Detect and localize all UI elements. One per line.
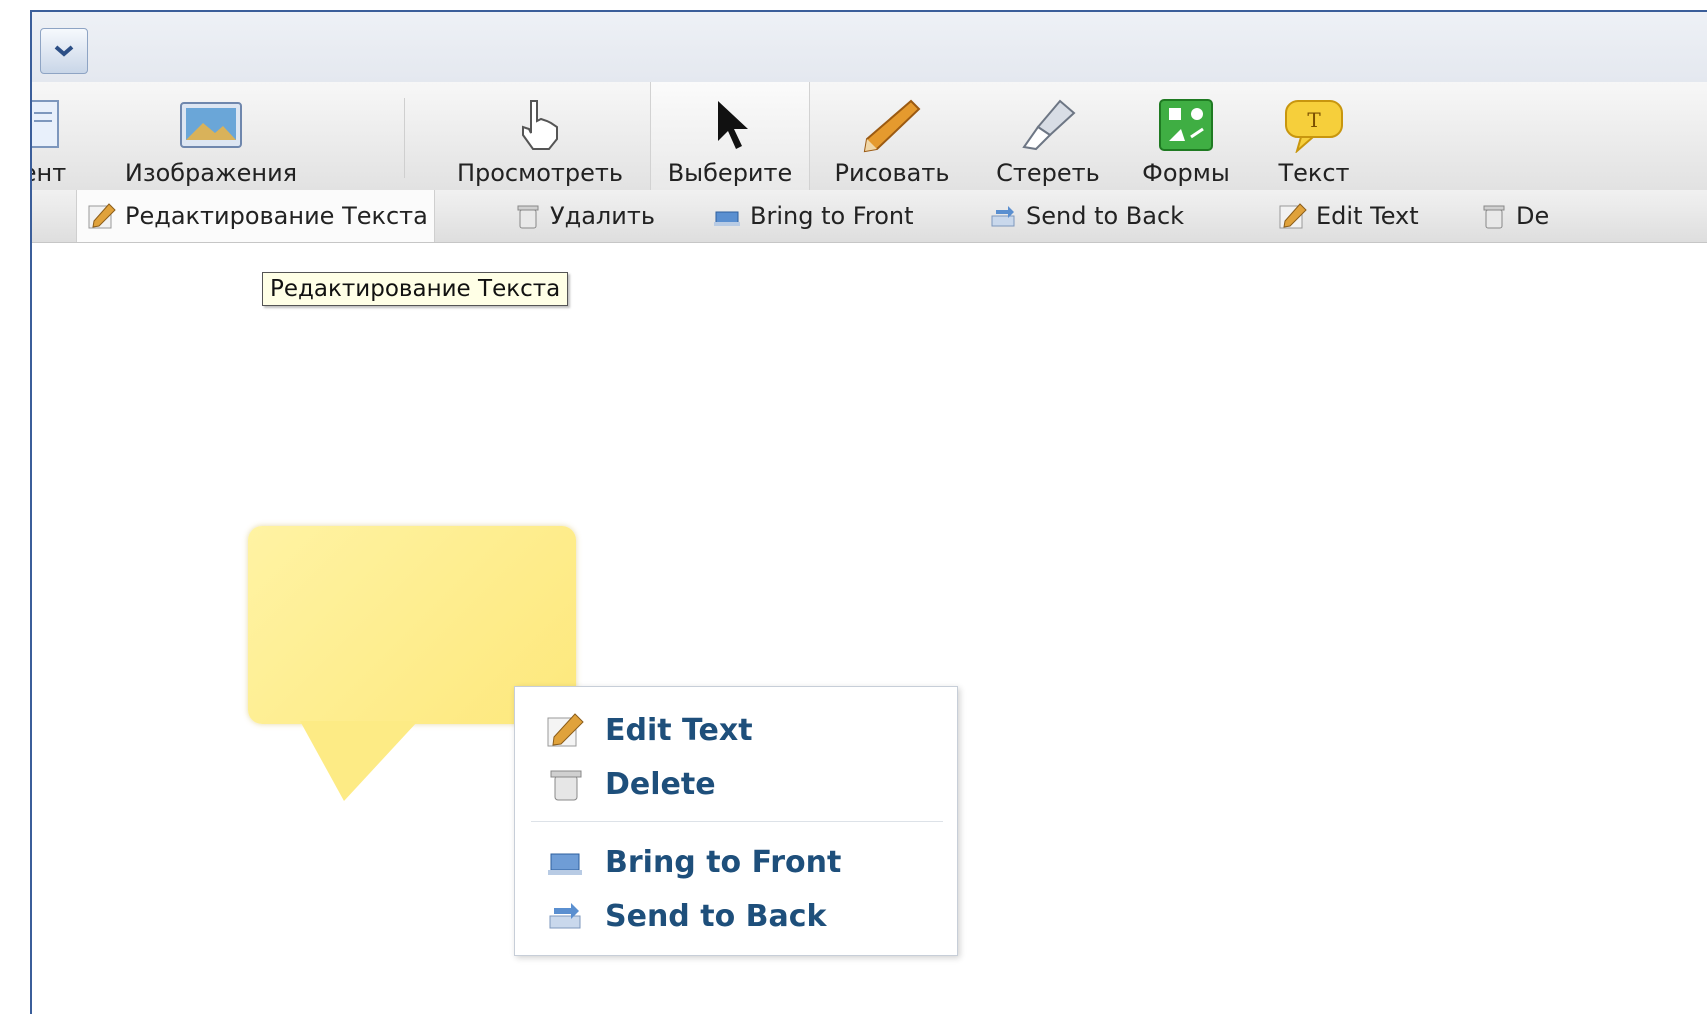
ribbon-item-label: ент	[32, 159, 67, 187]
trash-icon	[550, 770, 582, 801]
ribbon-item-view[interactable]: Просмотреть	[446, 82, 634, 190]
ribbon-item-select[interactable]: Выберите	[650, 82, 810, 190]
menu-item-label: Send to Back	[605, 898, 827, 934]
app-window: ент Изображения Просмотреть Выберите Рис…	[30, 10, 1707, 1014]
document-icon	[32, 100, 59, 148]
delete-ru-label: Удалить	[550, 202, 655, 230]
ribbon-item-draw[interactable]: Рисовать	[816, 82, 968, 190]
trash-icon	[517, 205, 539, 229]
ribbon-item-label: Рисовать	[834, 159, 950, 187]
bring-to-front-button[interactable]: Bring to Front	[712, 190, 914, 242]
ribbon-item-shapes[interactable]: Формы	[1126, 82, 1246, 190]
chevron-down-icon	[54, 45, 74, 57]
ribbon-separator	[404, 98, 405, 178]
hand-pointer-icon	[522, 100, 558, 150]
context-menu: Edit Text Delete Bring to Front Send to …	[514, 686, 958, 956]
edit-pencil-icon	[547, 713, 584, 747]
menu-separator	[531, 821, 943, 822]
ribbon-item-label: Формы	[1142, 159, 1230, 187]
title-strip	[32, 12, 1707, 82]
shapes-icon	[1159, 99, 1213, 151]
svg-text:T: T	[1307, 108, 1321, 132]
delete-label-partial: De	[1516, 202, 1550, 230]
delete-ru-button[interactable]: Удалить	[514, 190, 655, 242]
send-to-back-label: Send to Back	[1026, 202, 1185, 230]
menu-item-edit-text[interactable]: Edit Text	[545, 707, 753, 753]
menu-item-send-to-back[interactable]: Send to Back	[545, 893, 826, 939]
bring-to-front-icon	[714, 211, 740, 226]
send-to-back-icon	[991, 206, 1015, 227]
ribbon-item-label: Изображения	[124, 159, 298, 187]
edit-text-label: Edit Text	[1316, 202, 1419, 230]
trash-icon	[1483, 205, 1505, 229]
pencil-icon	[863, 99, 921, 153]
ribbon-item-document[interactable]: ент	[32, 82, 86, 190]
dropdown-button[interactable]	[40, 28, 88, 74]
menu-item-label: Delete	[605, 766, 716, 802]
menu-item-bring-to-front[interactable]: Bring to Front	[545, 839, 841, 885]
menu-item-delete[interactable]: Delete	[545, 761, 716, 807]
ribbon-toolbar: ент Изображения Просмотреть Выберите Рис…	[32, 82, 1707, 191]
edit-pencil-icon	[88, 203, 116, 229]
edit-text-button[interactable]: Edit Text	[1278, 190, 1419, 242]
image-icon	[180, 102, 242, 148]
context-toolbar: Редактирование Текста Удалить Bring to F…	[32, 190, 1707, 243]
menu-item-label: Edit Text	[605, 712, 753, 748]
ribbon-item-label: Просмотреть	[456, 159, 624, 187]
edit-text-ru-button[interactable]: Редактирование Текста	[76, 190, 435, 242]
tooltip: Редактирование Текста	[262, 272, 569, 306]
bring-to-front-icon	[548, 853, 582, 875]
callout-tail	[300, 721, 418, 801]
ribbon-item-label: Выберите	[667, 159, 793, 187]
arrow-cursor-icon	[718, 101, 748, 149]
send-to-back-button[interactable]: Send to Back	[988, 190, 1184, 242]
ribbon-item-label: Текст	[1278, 159, 1350, 187]
ribbon-item-text[interactable]: T Текст	[1258, 82, 1370, 190]
text-callout-icon: T	[1285, 100, 1343, 153]
delete-button-partial[interactable]: De	[1480, 190, 1549, 242]
edit-text-ru-label: Редактирование Текста	[125, 202, 428, 230]
eraser-icon	[1022, 99, 1076, 151]
ribbon-item-label: Стереть	[996, 159, 1100, 187]
menu-item-label: Bring to Front	[605, 844, 842, 880]
edit-pencil-icon	[1279, 203, 1307, 229]
ribbon-item-erase[interactable]: Стереть	[978, 82, 1118, 190]
ribbon-item-images[interactable]: Изображения	[116, 82, 306, 190]
send-to-back-icon	[549, 903, 581, 929]
bring-to-front-label: Bring to Front	[750, 202, 914, 230]
